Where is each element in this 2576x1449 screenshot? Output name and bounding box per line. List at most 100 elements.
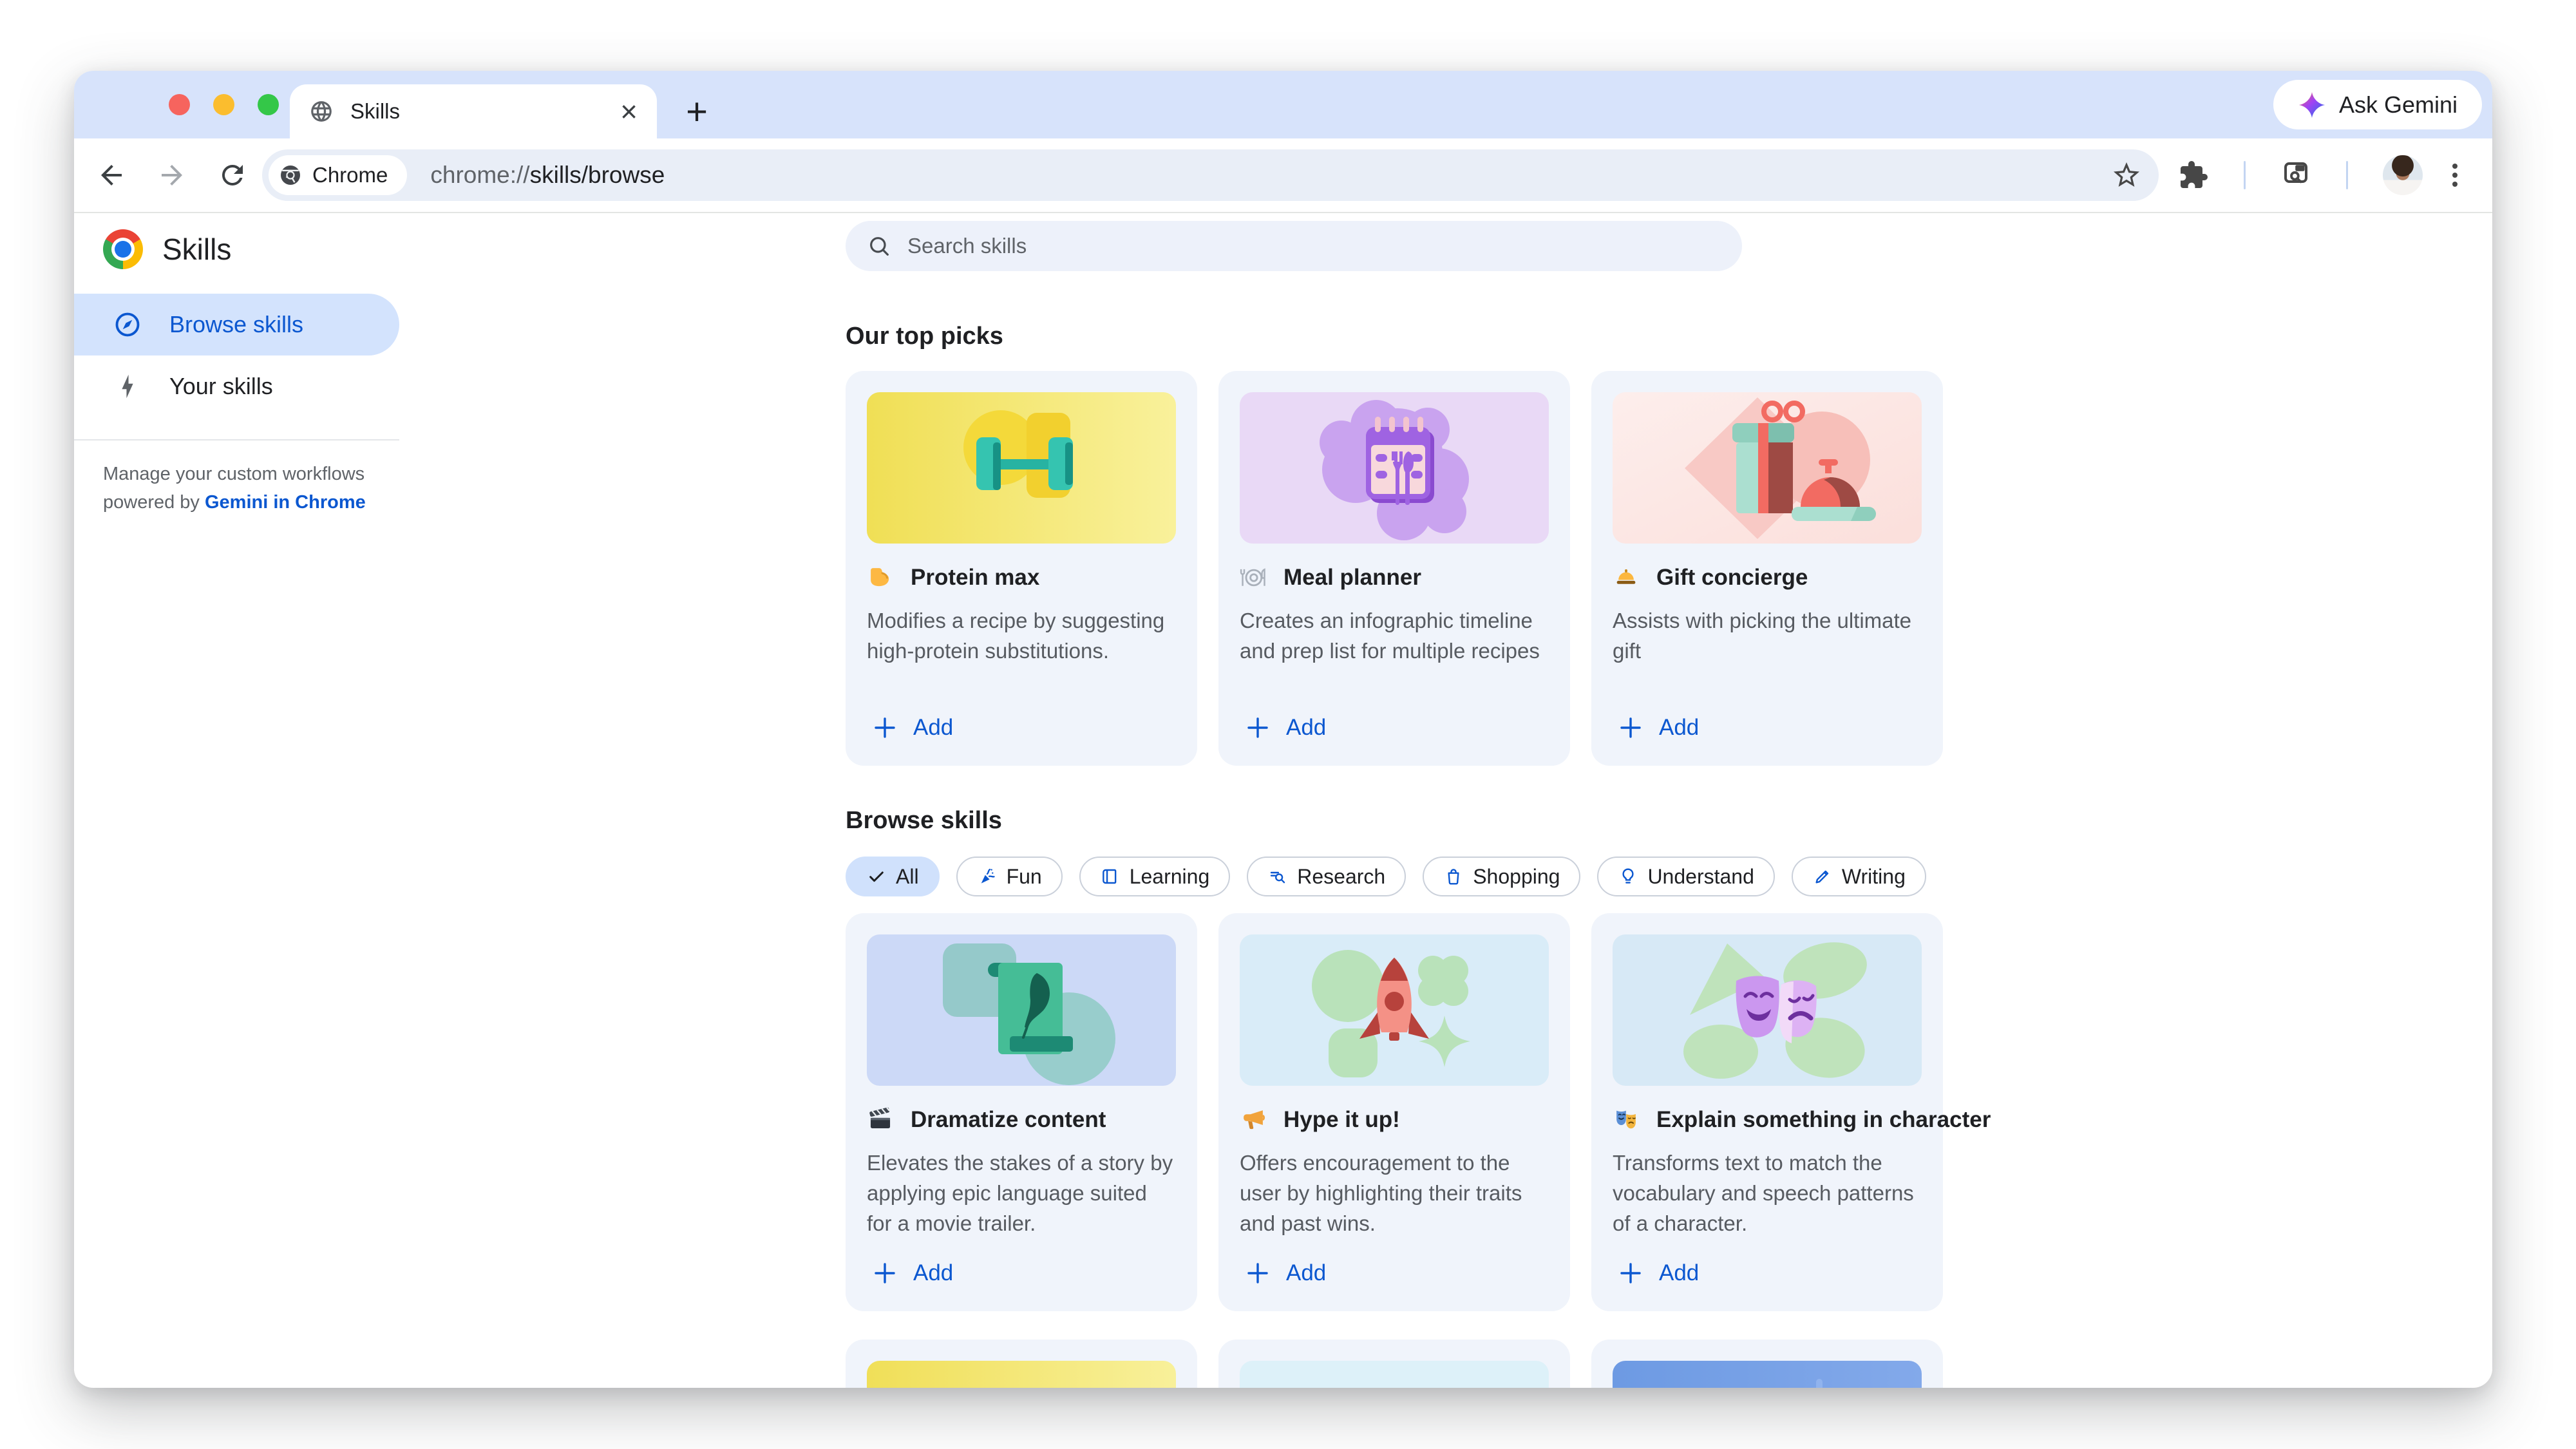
section-heading-top-picks: Our top picks [846,323,1003,350]
filter-chip-shopping[interactable]: Shopping [1423,857,1581,896]
filter-chip-understand[interactable]: Understand [1597,857,1775,896]
skill-description: Assists with picking the ultimate gift [1613,609,1912,663]
filter-chip-fun[interactable]: Fun [956,857,1063,896]
add-label: Add [1659,715,1700,740]
search-bar[interactable] [846,221,1742,271]
skill-description: Offers encouragement to the user by high… [1240,1151,1522,1235]
menu-dots-icon[interactable] [2439,160,2470,191]
party-popper-icon [981,868,995,884]
dumbbell-illustration [867,392,1176,544]
search-input[interactable] [907,234,1733,258]
tab-search-icon[interactable] [2280,160,2311,191]
maximize-window-button[interactable] [258,94,279,115]
skill-card-gift-concierge[interactable]: Gift concierge Assists with picking the … [1591,371,1943,766]
browser-window: Skills × + Ask Gemini Chrome chrome://sk… [74,71,2492,1388]
site-chip-label: Chrome [312,163,388,187]
site-chip[interactable]: Chrome [269,155,408,195]
gemini-in-chrome-link[interactable]: Gemini in Chrome [205,492,366,513]
main-panel: Our top picks [846,213,1991,1388]
filter-chip-all[interactable]: All [846,857,940,896]
back-icon[interactable] [96,160,127,191]
sidebar-item-browse-skills[interactable]: Browse skills [74,294,399,355]
sidebar-item-your-skills[interactable]: Your skills [74,355,399,417]
plus-icon [1620,717,1641,738]
top-picks-row: Protein max Modifies a recipe by suggest… [846,371,1943,766]
filter-chip-learning[interactable]: Learning [1079,857,1231,896]
add-button[interactable]: Add [1240,715,1549,744]
bicep-icon [871,568,889,587]
minimize-window-button[interactable] [213,94,234,115]
tab-title: Skills [350,99,401,123]
skill-card-hype-it-up[interactable]: Hype it up! Offers encouragement to the … [1218,913,1570,1311]
address-bar[interactable]: Chrome chrome://skills/browse [262,149,2159,201]
forward-icon[interactable] [156,160,187,191]
add-button[interactable]: Add [867,715,1176,744]
add-label: Add [913,1260,954,1285]
skill-card-partial[interactable] [1591,1340,1943,1388]
skill-card-partial[interactable] [846,1340,1197,1388]
plate-cutlery-icon [1240,568,1265,587]
compass-icon [115,312,140,337]
profile-avatar[interactable] [2383,155,2423,195]
rocket-illustration [1240,934,1549,1086]
tab-skills[interactable]: Skills × [290,84,657,138]
page-title: Skills [162,232,232,266]
yellow-illustration [867,1361,1176,1388]
add-button[interactable]: Add [1613,715,1922,744]
add-label: Add [913,715,954,740]
page-content: Skills Browse skills Your skills Manage … [74,213,2492,1388]
gemini-sparkle-icon [2298,91,2325,118]
add-button[interactable]: Add [1613,1260,1922,1290]
pen-icon [1815,870,1829,884]
check-icon [869,871,884,882]
masks-illustration [1613,934,1922,1086]
new-tab-button[interactable]: + [673,88,721,135]
sidebar-footer-prefix: powered by [103,492,205,513]
plus-icon [1620,1263,1641,1283]
ask-gemini-button[interactable]: Ask Gemini [2273,80,2482,129]
skill-description: Creates an infographic timeline and prep… [1240,609,1540,663]
filter-chip-label: Writing [1841,864,1906,888]
skill-card-meal-planner[interactable]: Meal planner Creates an infographic time… [1218,371,1570,766]
window-controls [169,94,279,115]
reload-icon[interactable] [217,160,248,191]
filter-chip-label: Shopping [1473,864,1560,888]
skill-title: Protein max [911,565,1040,590]
search-icon [870,237,889,256]
skill-card-explain-in-character[interactable]: Explain something in character Transform… [1591,913,1991,1311]
plus-icon [875,717,895,738]
tab-strip: Skills × + Ask Gemini [74,71,2492,138]
add-button[interactable]: Add [867,1260,1176,1290]
clapperboard-icon [869,1107,891,1128]
url-path: skills/browse [529,162,665,188]
skill-description: Transforms text to match the vocabulary … [1613,1151,1914,1235]
skill-description: Elevates the stakes of a story by applyi… [867,1151,1173,1235]
skill-card-partial[interactable] [1218,1340,1570,1388]
close-window-button[interactable] [169,94,190,115]
theater-masks-icon [1616,1110,1636,1129]
pale-blue-illustration [1240,1361,1549,1388]
globe-icon [311,101,332,122]
filter-chip-label: Research [1297,864,1386,888]
filter-chip-label: All [896,864,919,888]
bookmark-star-icon[interactable] [2111,160,2142,191]
plus-icon [1247,1263,1268,1283]
skill-card-protein-max[interactable]: Protein max Modifies a recipe by suggest… [846,371,1197,766]
blue-illustration [1613,1361,1922,1388]
add-button[interactable]: Add [1240,1260,1549,1290]
sidebar-footer-text: Manage your custom workflows [103,464,365,484]
skill-title: Explain something in character [1656,1107,1991,1132]
add-label: Add [1659,1260,1700,1285]
filter-chip-research[interactable]: Research [1247,857,1406,896]
filter-chips: All Fun Learning Research Shopping Under… [846,857,1943,896]
toolbar: Chrome chrome://skills/browse [74,138,2492,213]
skill-title: Dramatize content [911,1107,1106,1132]
filter-chip-writing[interactable]: Writing [1791,857,1926,896]
skill-card-dramatize-content[interactable]: Dramatize content Elevates the stakes of… [846,913,1197,1311]
close-tab-icon[interactable]: × [620,97,638,126]
lightbulb-icon [1622,868,1634,884]
toolbar-divider [2346,161,2348,189]
meal-calendar-illustration [1240,392,1549,544]
skill-title: Meal planner [1283,565,1421,590]
extensions-icon[interactable] [2178,160,2209,191]
